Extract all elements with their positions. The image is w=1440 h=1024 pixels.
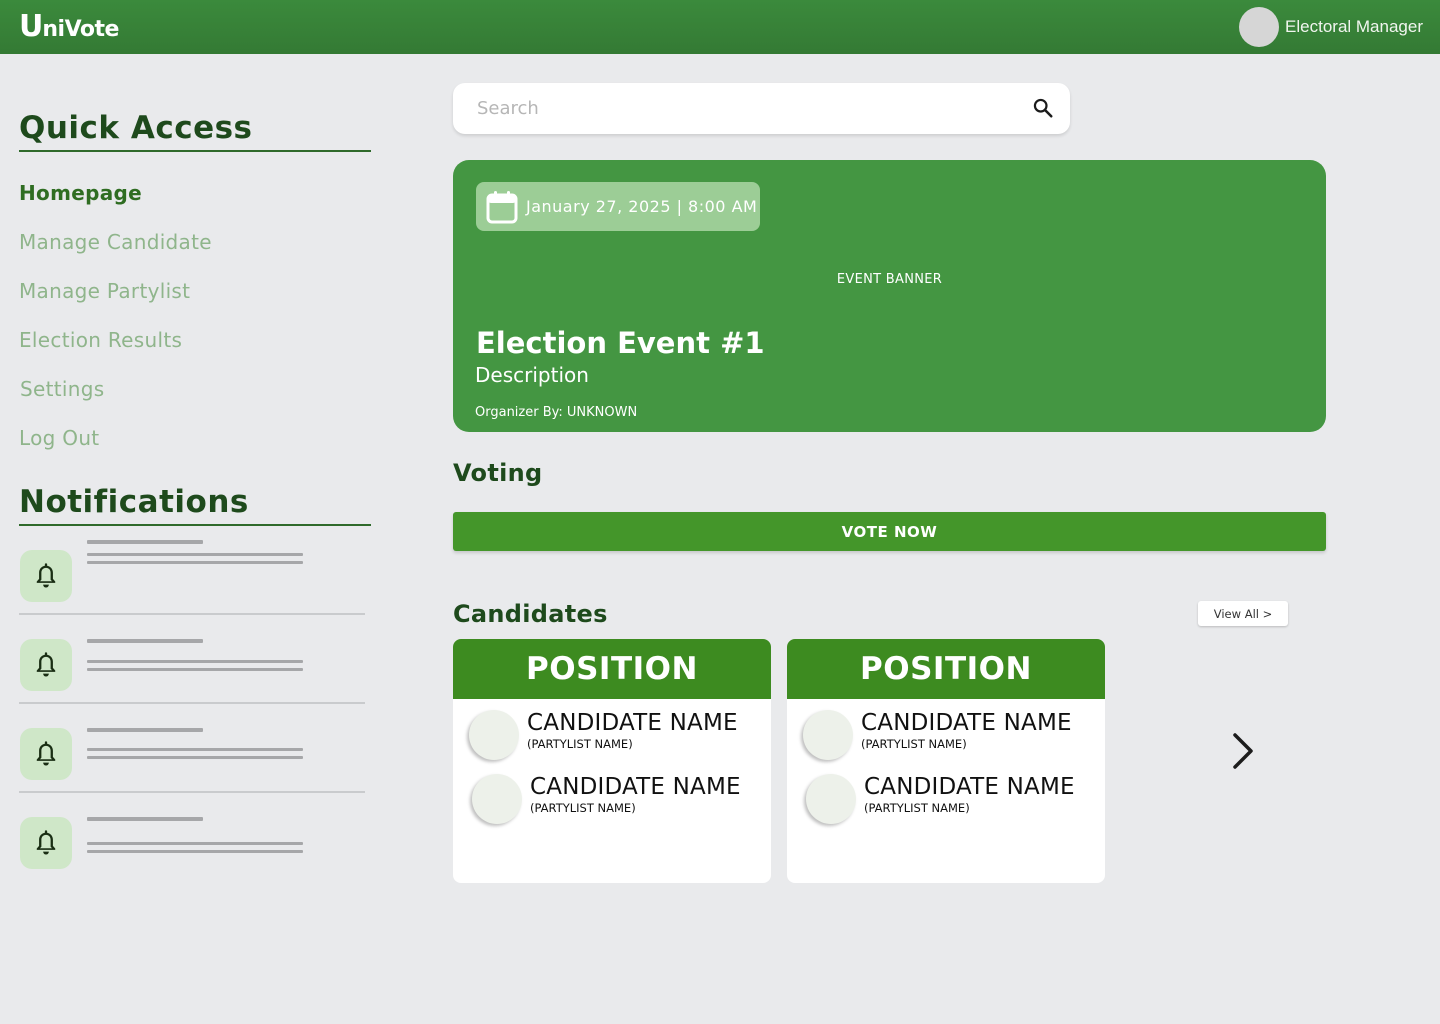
candidate-photo: [472, 774, 522, 824]
nav-homepage[interactable]: Homepage: [19, 180, 371, 229]
search-bar: [453, 83, 1070, 134]
logo-initial: U: [19, 9, 43, 44]
user-name: Electoral Manager: [1285, 17, 1423, 36]
candidate-name: CANDIDATE NAME: [861, 710, 1072, 736]
nav-manage-candidate[interactable]: Manage Candidate: [19, 229, 371, 278]
search-input[interactable]: [477, 95, 1017, 121]
notification-text-placeholder: [87, 842, 303, 845]
notification-item[interactable]: [19, 615, 365, 704]
notification-title-placeholder: [87, 817, 203, 821]
position-title: POSITION: [787, 639, 1105, 699]
bell-icon: [20, 817, 72, 869]
partylist-name: (PARTYLIST NAME): [861, 737, 967, 751]
quick-access-title: Quick Access: [19, 110, 371, 152]
position-title: POSITION: [453, 639, 771, 699]
univote-logo[interactable]: UniVote: [19, 9, 119, 48]
event-date: January 27, 2025 | 8:00 AM: [526, 197, 758, 216]
event-title: Election Event #1: [476, 326, 765, 360]
candidate-name: CANDIDATE NAME: [527, 710, 738, 736]
event-banner[interactable]: January 27, 2025 | 8:00 AM EVENT BANNER …: [453, 160, 1326, 432]
notification-text-placeholder: [87, 748, 303, 751]
nav-election-results[interactable]: Election Results: [19, 327, 371, 376]
notification-text-placeholder: [87, 756, 303, 759]
notification-text-placeholder: [87, 668, 303, 671]
sidebar: Quick Access Homepage Manage Candidate M…: [19, 110, 371, 882]
partylist-name: (PARTYLIST NAME): [864, 801, 970, 815]
nav-manage-partylist[interactable]: Manage Partylist: [19, 278, 371, 327]
candidate-name: CANDIDATE NAME: [530, 774, 741, 800]
nav-settings[interactable]: Settings: [19, 376, 371, 425]
candidate-photo: [803, 710, 853, 760]
view-all-button[interactable]: View All >: [1198, 601, 1288, 626]
notification-item[interactable]: [19, 704, 365, 793]
event-organizer: Organizer By: UNKNOWN: [475, 405, 638, 420]
calendar-icon: [486, 190, 518, 223]
logo-rest: niVote: [42, 17, 119, 42]
partylist-name: (PARTYLIST NAME): [527, 737, 633, 751]
user-menu[interactable]: Electoral Manager: [1239, 7, 1423, 47]
chevron-right-icon[interactable]: [1226, 729, 1258, 773]
quick-access-nav: Homepage Manage Candidate Manage Partyli…: [19, 180, 371, 474]
candidate-entry[interactable]: CANDIDATE NAME (PARTYLIST NAME): [469, 710, 738, 760]
partylist-name: (PARTYLIST NAME): [530, 801, 636, 815]
notification-text-placeholder: [87, 561, 303, 564]
bell-icon: [20, 639, 72, 691]
notification-title-placeholder: [87, 540, 203, 544]
position-card[interactable]: POSITION CANDIDATE NAME (PARTYLIST NAME)…: [787, 639, 1105, 883]
candidate-photo: [469, 710, 519, 760]
candidates-title: Candidates: [453, 600, 608, 628]
voting-title: Voting: [453, 459, 543, 487]
event-banner-label: EVENT BANNER: [836, 272, 943, 287]
avatar[interactable]: [1239, 7, 1280, 47]
notifications-title: Notifications: [19, 484, 371, 526]
search-icon[interactable]: [1032, 97, 1054, 119]
candidate-entry[interactable]: CANDIDATE NAME (PARTYLIST NAME): [806, 774, 1075, 824]
notification-title-placeholder: [87, 728, 203, 732]
candidate-name: CANDIDATE NAME: [864, 774, 1075, 800]
position-card[interactable]: POSITION CANDIDATE NAME (PARTYLIST NAME)…: [453, 639, 771, 883]
notification-text-placeholder: [87, 660, 303, 663]
vote-now-button[interactable]: VOTE NOW: [453, 512, 1326, 551]
candidate-photo: [806, 774, 856, 824]
notification-title-placeholder: [87, 639, 203, 643]
candidate-entry[interactable]: CANDIDATE NAME (PARTYLIST NAME): [803, 710, 1072, 760]
notification-item[interactable]: [19, 793, 365, 882]
notification-text-placeholder: [87, 553, 303, 556]
notification-item[interactable]: [19, 526, 365, 615]
bell-icon: [20, 728, 72, 780]
event-description: Description: [475, 363, 589, 387]
event-date-chip: January 27, 2025 | 8:00 AM: [476, 182, 760, 231]
notification-text-placeholder: [87, 850, 303, 853]
candidate-entry[interactable]: CANDIDATE NAME (PARTYLIST NAME): [472, 774, 741, 824]
top-bar: UniVote Electoral Manager: [0, 0, 1440, 54]
bell-icon: [20, 550, 72, 602]
nav-log-out[interactable]: Log Out: [19, 425, 371, 474]
